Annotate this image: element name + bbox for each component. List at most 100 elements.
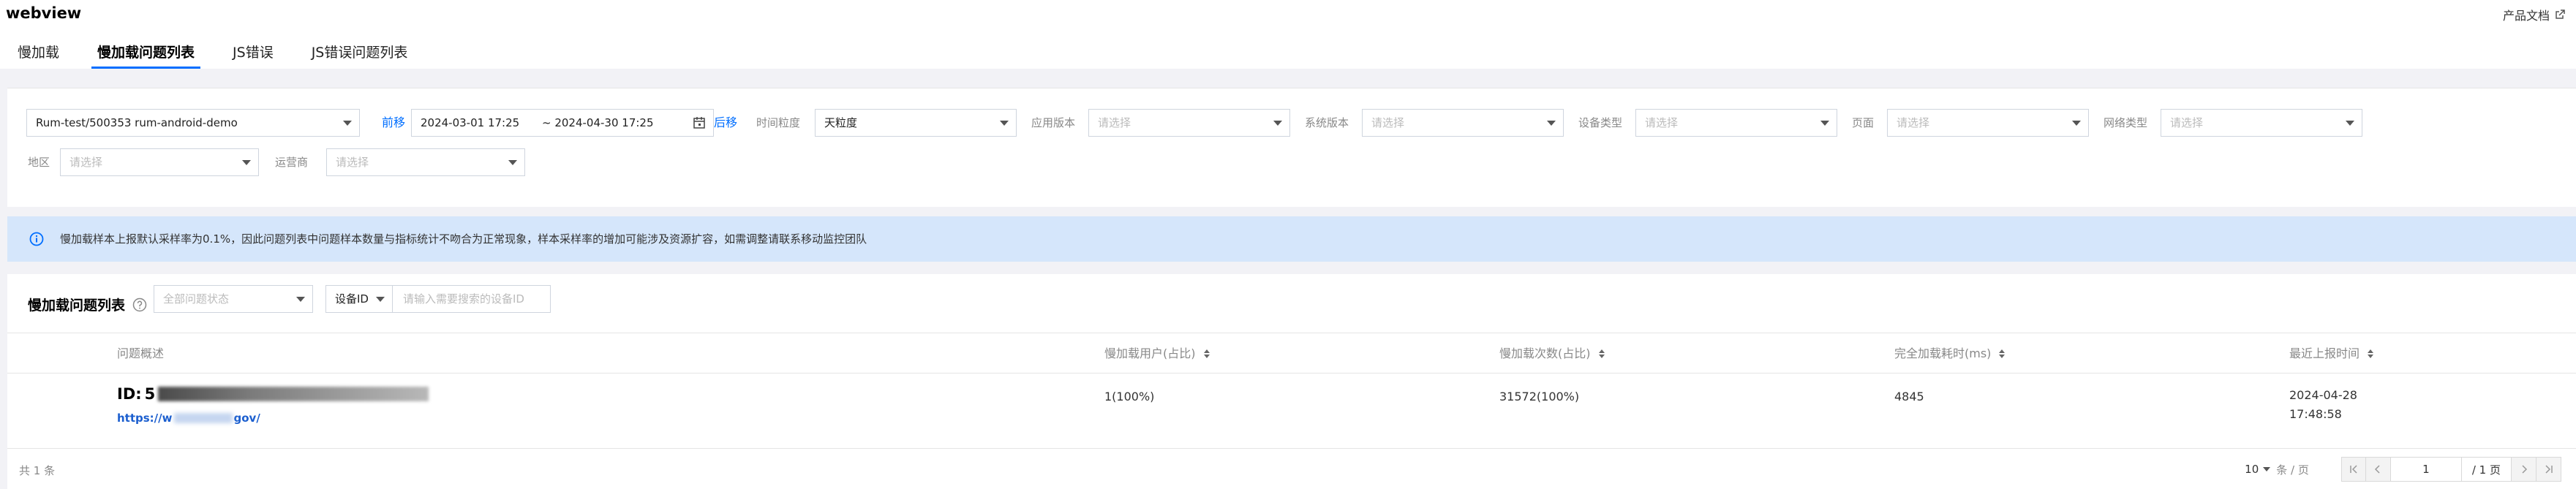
date-start: 2024-03-01 17:25 xyxy=(421,116,520,129)
tab-slow-load[interactable]: 慢加载 xyxy=(18,41,59,69)
issue-status-placeholder: 全部问题状态 xyxy=(163,292,230,306)
calendar-icon xyxy=(693,117,705,129)
col-issue-summary-label: 问题概述 xyxy=(117,346,165,360)
os-version-placeholder: 请选择 xyxy=(1371,116,1405,129)
table-footer: 共 1 条 10 条 / 页 / 1 页 xyxy=(7,450,2576,489)
issue-id-visible: 5 xyxy=(144,385,156,403)
page-label: 页面 xyxy=(1852,116,1875,129)
next-period-button[interactable]: 后移 xyxy=(714,109,737,137)
list-title: 慢加载问题列表 xyxy=(28,295,147,314)
chevron-down-icon xyxy=(2346,121,2354,126)
device-type-select[interactable]: 请选择 xyxy=(1635,109,1837,137)
app-version-label: 应用版本 xyxy=(1031,116,1076,129)
col-slow-count[interactable]: 慢加载次数(占比) xyxy=(1499,333,1605,374)
carrier-select[interactable]: 请选择 xyxy=(326,148,525,176)
tab-bar: 慢加载 慢加载问题列表 JS错误 JS错误问题列表 xyxy=(18,41,445,69)
carrier-placeholder: 请选择 xyxy=(336,156,369,169)
col-full-load-time[interactable]: 完全加载耗时(ms) xyxy=(1894,333,2006,374)
device-search-group: 设备ID xyxy=(325,285,551,313)
date-end: ~ 2024-04-30 17:25 xyxy=(542,116,654,129)
issue-status-select[interactable]: 全部问题状态 xyxy=(154,285,313,313)
product-docs-link[interactable]: 产品文档 xyxy=(2503,6,2566,23)
notice-text: 慢加载样本上报默认采样率为0.1%，因此问题列表中问题样本数量与指标统计不吻合为… xyxy=(60,232,867,246)
slow-count-value: 31572(100%) xyxy=(1499,390,1580,403)
issue-url-suffix: gov/ xyxy=(233,412,260,425)
network-label: 网络类型 xyxy=(2104,116,2148,129)
col-full-load-time-label: 完全加载耗时(ms) xyxy=(1894,346,1992,360)
date-range-picker[interactable]: 2024-03-01 17:25 ~ 2024-04-30 17:25 xyxy=(411,109,714,137)
app-version-placeholder: 请选择 xyxy=(1098,116,1131,129)
col-slow-users[interactable]: 慢加载用户(占比) xyxy=(1104,333,1210,374)
col-last-report[interactable]: 最近上报时间 xyxy=(2289,333,2374,374)
chevron-down-icon xyxy=(242,160,251,165)
device-key-select[interactable]: 设备ID xyxy=(325,285,393,313)
full-load-time-value: 4845 xyxy=(1894,390,1924,403)
col-slow-count-label: 慢加载次数(占比) xyxy=(1499,346,1591,360)
app-version-select[interactable]: 请选择 xyxy=(1088,109,1290,137)
chevron-down-icon xyxy=(1547,121,1556,126)
chevron-down-icon xyxy=(343,121,352,126)
slow-users-value: 1(100%) xyxy=(1104,390,1155,403)
sort-icon xyxy=(1598,349,1605,358)
chevron-down-icon xyxy=(2263,467,2271,471)
chevron-down-icon xyxy=(508,160,517,165)
table-row[interactable]: ID: 5 https://w gov/ 1(100%) 31572(100%)… xyxy=(7,374,2576,449)
granularity-label: 时间粒度 xyxy=(756,116,801,129)
issue-id-prefix: ID: xyxy=(117,385,142,403)
prev-period-button[interactable]: 前移 xyxy=(382,109,405,137)
first-page-button[interactable] xyxy=(2340,457,2366,482)
product-docs-label: 产品文档 xyxy=(2502,9,2550,23)
help-icon[interactable] xyxy=(132,297,147,312)
app-title: webview xyxy=(6,4,82,22)
chevron-down-icon xyxy=(296,297,305,302)
pagination: 10 条 / 页 / 1 页 xyxy=(2245,455,2561,483)
table-header: 问题概述 慢加载用户(占比) 慢加载次数(占比) 完全加载耗时(ms) 最近上报… xyxy=(7,333,2576,374)
granularity-select[interactable]: 天粒度 xyxy=(815,109,1017,137)
tab-js-errors[interactable]: JS错误 xyxy=(233,41,274,69)
project-select-value: Rum-test/500353 rum-android-demo xyxy=(36,116,238,129)
os-version-label: 系统版本 xyxy=(1305,116,1349,129)
carrier-label: 运营商 xyxy=(275,156,309,169)
total-pages: / 1 页 xyxy=(2460,457,2512,482)
next-page-button[interactable] xyxy=(2512,457,2537,482)
last-report-date: 2024-04-28 xyxy=(2289,388,2357,402)
os-version-select[interactable]: 请选择 xyxy=(1362,109,1564,137)
region-placeholder: 请选择 xyxy=(69,156,103,169)
page-select[interactable]: 请选择 xyxy=(1887,109,2089,137)
external-link-icon xyxy=(2556,10,2565,19)
device-key-value: 设备ID xyxy=(335,292,369,306)
project-select[interactable]: Rum-test/500353 rum-android-demo xyxy=(26,109,360,137)
page-placeholder: 请选择 xyxy=(1897,116,1930,129)
last-page-button[interactable] xyxy=(2537,457,2561,482)
device-type-label: 设备类型 xyxy=(1578,116,1623,129)
last-page-icon xyxy=(2545,465,2553,474)
filter-panel: Rum-test/500353 rum-android-demo 前移 2024… xyxy=(7,88,2576,207)
network-placeholder: 请选择 xyxy=(2170,116,2204,129)
col-issue-summary: 问题概述 xyxy=(117,333,164,374)
device-id-search-input[interactable] xyxy=(393,285,551,313)
region-label: 地区 xyxy=(28,156,50,169)
col-last-report-label: 最近上报时间 xyxy=(2289,346,2360,360)
issue-id[interactable]: ID: 5 xyxy=(117,385,429,403)
page-size-value: 10 xyxy=(2245,463,2259,476)
tab-js-error-issues[interactable]: JS错误问题列表 xyxy=(312,41,408,69)
sort-icon xyxy=(1203,349,1210,358)
sort-icon xyxy=(2368,349,2374,358)
info-icon xyxy=(29,232,44,246)
sort-icon xyxy=(1999,349,2006,358)
page-size-select[interactable]: 10 xyxy=(2245,463,2271,476)
issue-url[interactable]: https://w gov/ xyxy=(117,412,260,425)
total-count: 共 1 条 xyxy=(19,464,56,477)
col-slow-users-label: 慢加载用户(占比) xyxy=(1104,346,1196,360)
network-select[interactable]: 请选择 xyxy=(2161,109,2362,137)
sampling-notice: 慢加载样本上报默认采样率为0.1%，因此问题列表中问题样本数量与指标统计不吻合为… xyxy=(7,216,2576,262)
tab-slow-load-issues[interactable]: 慢加载问题列表 xyxy=(91,41,201,69)
chevron-down-icon xyxy=(1000,121,1009,126)
current-page-input[interactable] xyxy=(2390,457,2461,482)
device-type-placeholder: 请选择 xyxy=(1645,116,1679,129)
last-report-time: 17:48:58 xyxy=(2289,407,2342,421)
issue-url-prefix: https://w xyxy=(117,412,173,425)
region-select[interactable]: 请选择 xyxy=(60,148,259,176)
prev-page-button[interactable] xyxy=(2365,457,2391,482)
redacted-id xyxy=(158,387,429,401)
